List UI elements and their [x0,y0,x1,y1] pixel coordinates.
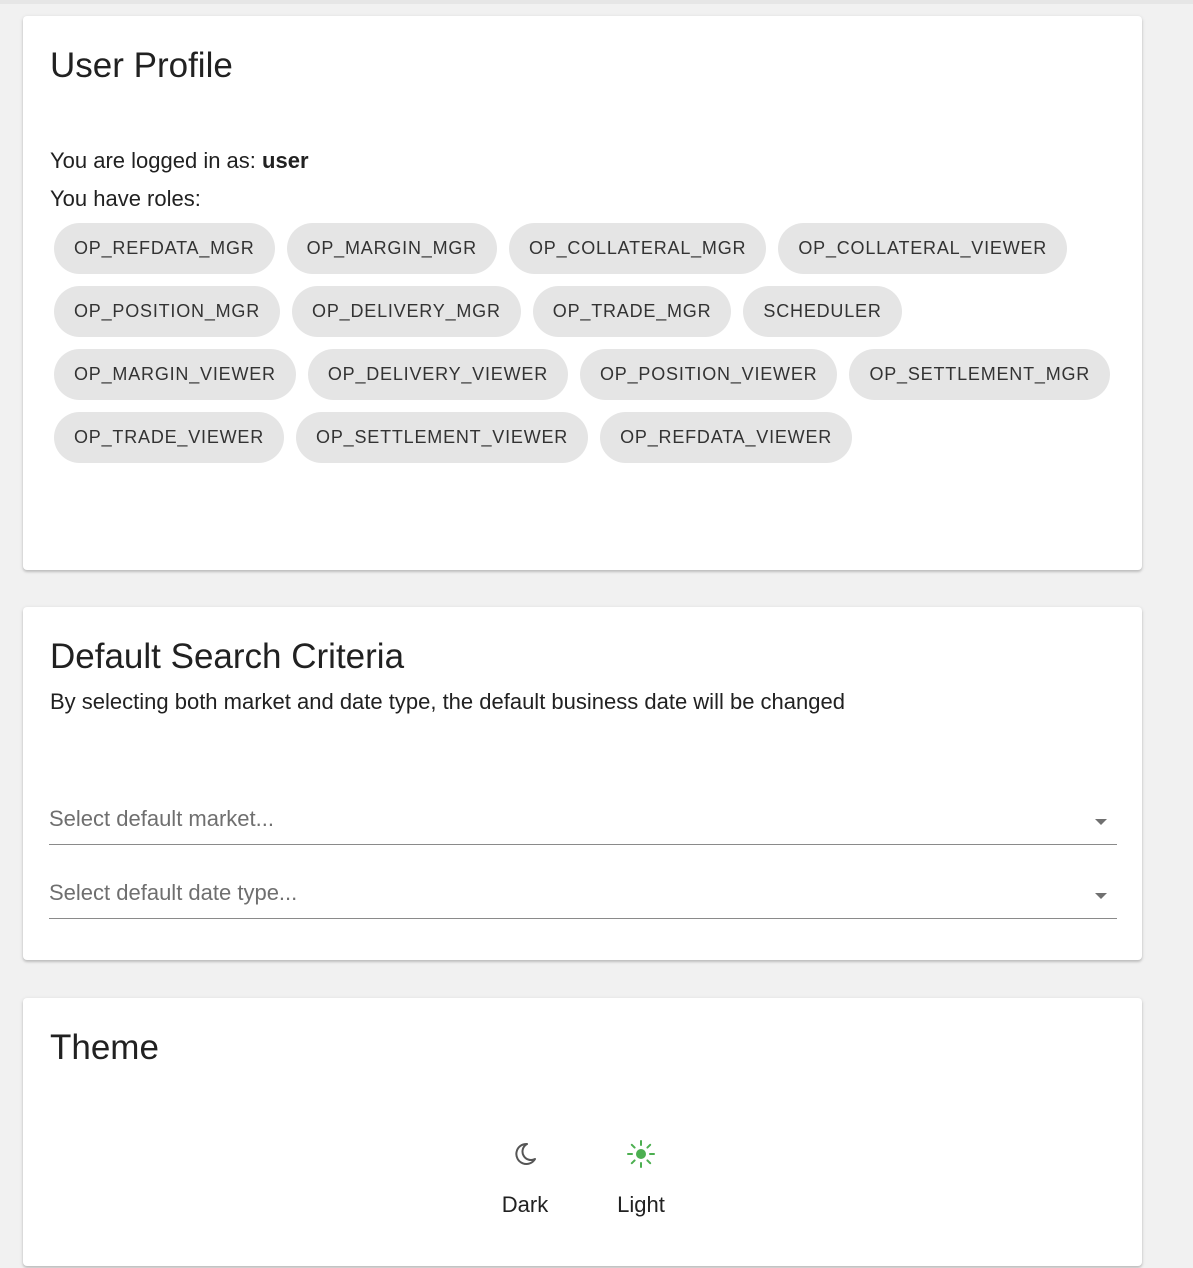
profile-title: User Profile [50,46,233,85]
theme-title: Theme [50,1028,159,1067]
role-chip: OP_POSITION_VIEWER [580,349,838,400]
sun-icon [627,1140,655,1168]
chevron-down-icon [1095,819,1107,825]
default-search-criteria-card: Default Search Criteria By selecting bot… [23,607,1142,960]
role-chip: SCHEDULER [743,286,902,337]
role-chip: OP_POSITION_MGR [54,286,281,337]
role-chip: OP_MARGIN_VIEWER [54,349,296,400]
username: user [262,148,309,173]
search-criteria-subtitle: By selecting both market and date type, … [50,689,845,714]
top-edge [0,0,1193,4]
role-chip-list: OP_REFDATA_MGR OP_MARGIN_MGR OP_COLLATERAL… [54,223,1124,463]
role-chip: OP_SETTLEMENT_VIEWER [296,412,589,463]
default-date-type-select[interactable]: Select default date type... [49,879,1117,919]
logged-in-line: You are logged in as: user [50,148,309,174]
theme-options: Dark Light [23,1138,1142,1228]
role-chip: OP_DELIVERY_VIEWER [307,349,568,400]
user-profile-card: User Profile You are logged in as: user … [23,16,1142,570]
chevron-down-icon [1095,893,1107,899]
moon-icon [515,1142,536,1165]
role-chip: OP_TRADE_MGR [532,286,732,337]
theme-dark-label: Dark [501,1192,549,1217]
role-chip: OP_DELIVERY_MGR [292,286,521,337]
theme-light-label: Light [617,1192,665,1217]
logged-in-prefix: You are logged in as: [50,148,263,173]
roles-label: You have roles: [50,186,201,211]
role-chip: OP_REFDATA_MGR [54,223,275,274]
default-market-placeholder: Select default market... [49,806,274,831]
role-chip: OP_SETTLEMENT_MGR [849,349,1111,400]
theme-dark-option[interactable]: Dark [485,1138,565,1218]
theme-card: Theme Dark Light [23,998,1142,1266]
search-criteria-title: Default Search Criteria [50,637,405,676]
role-chip: OP_REFDATA_VIEWER [600,412,853,463]
role-chip: OP_TRADE_VIEWER [54,412,285,463]
role-chip: OP_MARGIN_MGR [286,223,497,274]
default-date-type-placeholder: Select default date type... [49,880,298,905]
role-chip: OP_COLLATERAL_MGR [509,223,767,274]
role-chip: OP_COLLATERAL_VIEWER [778,223,1068,274]
theme-light-option[interactable]: Light [601,1138,681,1218]
default-market-select[interactable]: Select default market... [49,805,1117,845]
